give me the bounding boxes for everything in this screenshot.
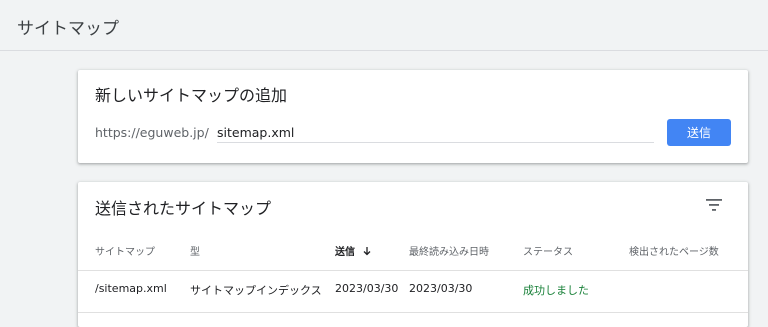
table-header-divider [78,270,748,271]
column-header-last-read[interactable]: 最終読み込み日時 [409,243,489,258]
cell-type: サイトマップインデックス [190,284,322,297]
cell-last-read: 2023/03/30 [409,282,473,295]
column-header-status[interactable]: ステータス [523,243,573,258]
table-row[interactable]: /sitemap.xml サイトマップインデックス 2023/03/30 202… [78,272,748,310]
column-header-sitemap[interactable]: サイトマップ [95,243,155,258]
submit-button[interactable]: 送信 [667,119,731,146]
add-sitemap-title: 新しいサイトマップの追加 [95,86,288,105]
page-title: サイトマップ [17,19,119,39]
sitemap-url-row: https://eguweb.jp/ [95,122,655,144]
add-sitemap-card: 新しいサイトマップの追加 https://eguweb.jp/ 送信 [78,70,748,163]
header-divider [0,50,768,51]
sort-arrow-down-icon [364,247,371,256]
column-header-submitted[interactable]: 送信 [335,243,372,258]
row-divider [78,312,748,313]
url-prefix: https://eguweb.jp/ [95,125,209,140]
cell-sitemap: /sitemap.xml [95,282,167,295]
cell-submitted: 2023/03/30 [335,282,399,295]
submitted-sitemaps-title: 送信されたサイトマップ [95,199,272,218]
column-header-submitted-label: 送信 [335,247,355,258]
submitted-sitemaps-card: 送信されたサイトマップ サイトマップ 型 送信 最終読み込み日時 ステータス 検… [78,182,748,327]
table-header: サイトマップ 型 送信 最終読み込み日時 ステータス 検出されたページ数 [78,238,748,268]
filter-icon[interactable] [706,199,722,211]
column-header-type[interactable]: 型 [190,243,200,258]
sitemap-url-input[interactable] [217,122,654,143]
cell-status: 成功しました [523,284,589,297]
column-header-pages[interactable]: 検出されたページ数 [629,243,719,258]
